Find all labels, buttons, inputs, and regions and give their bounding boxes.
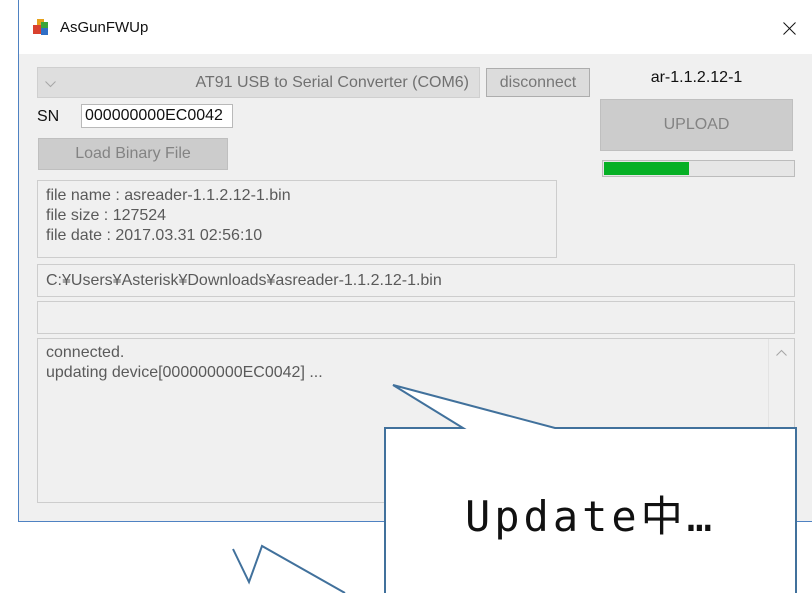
callout-bubble	[384, 384, 797, 593]
callout-text: Update中…	[464, 492, 716, 541]
callout-tail-partial	[232, 544, 346, 593]
